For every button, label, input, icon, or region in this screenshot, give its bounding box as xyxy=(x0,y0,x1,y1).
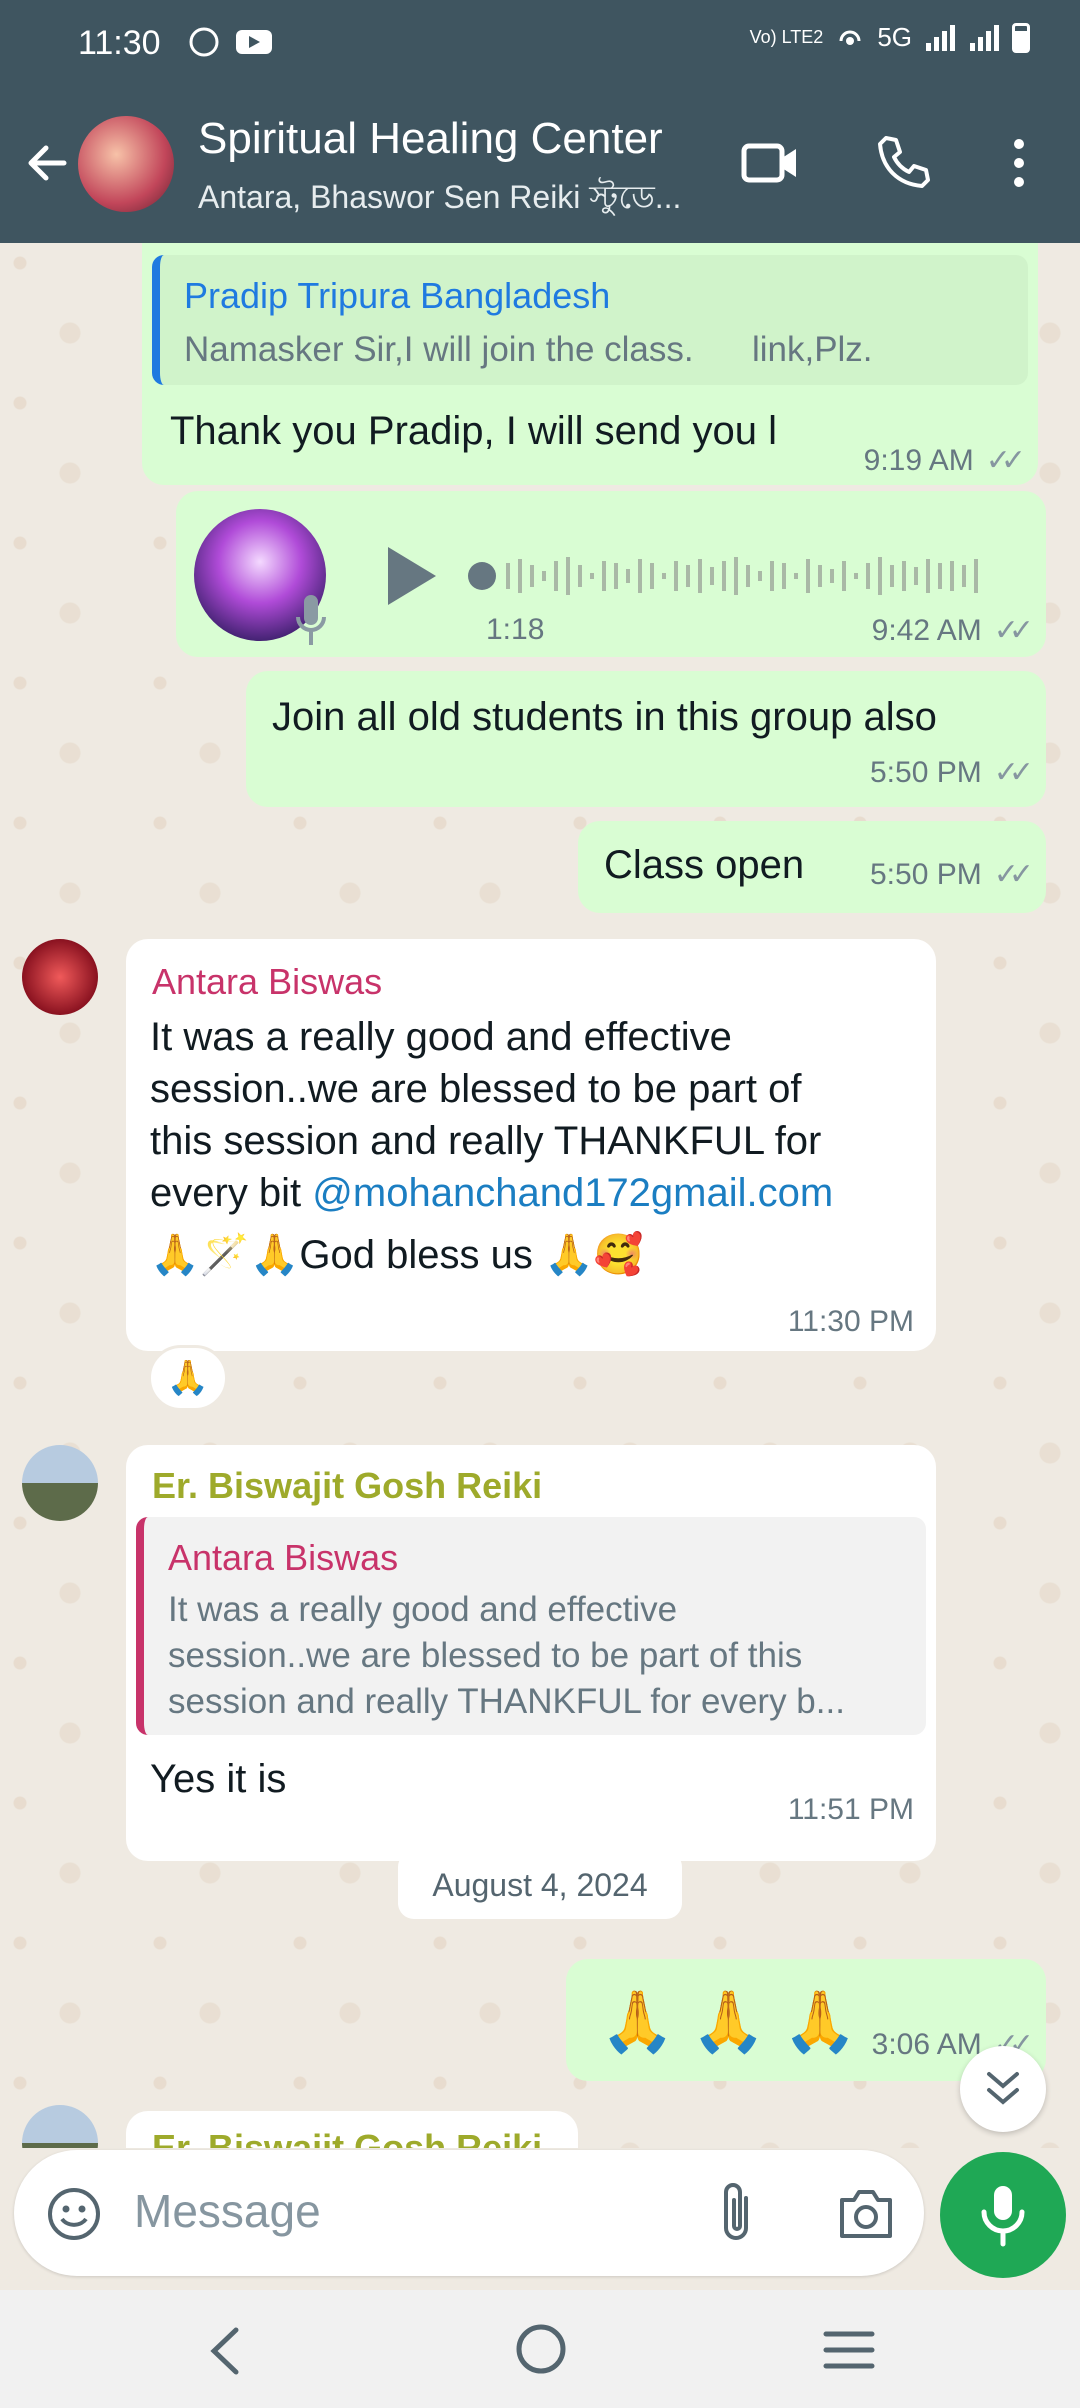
sender-avatar[interactable] xyxy=(22,939,98,1015)
message-bubble-outgoing[interactable]: Pradip Tripura Bangladesh Namasker Sir,I… xyxy=(142,243,1038,485)
signal-icon xyxy=(926,24,955,51)
sender-name[interactable]: Er. Biswajit Gosh Reiki xyxy=(152,1465,542,1507)
message-text: Yes it is xyxy=(150,1757,287,1801)
read-ticks-icon: ✓✓ xyxy=(993,756,1034,789)
message-bubble-outgoing[interactable]: Join all old students in this group also… xyxy=(246,671,1046,807)
quoted-message[interactable]: Pradip Tripura Bangladesh Namasker Sir,I… xyxy=(152,255,1028,385)
message-time: 3:06 AM xyxy=(871,2028,982,2061)
nav-home-icon[interactable] xyxy=(514,2322,568,2376)
back-arrow-icon[interactable] xyxy=(20,136,74,190)
message-input[interactable]: Message xyxy=(134,2184,321,2238)
sender-name[interactable]: Er. Biswajit Gosh Reiki xyxy=(152,2127,542,2148)
message-text-line: session..we are blessed to be part of xyxy=(150,1067,802,1111)
mention-link[interactable]: @mohanchand172gmail.com xyxy=(312,1171,833,1215)
message-meta: 9:42 AM ✓✓ xyxy=(871,613,1034,648)
camera-icon[interactable] xyxy=(836,2184,896,2242)
read-ticks-icon: ✓✓ xyxy=(993,858,1034,891)
hotspot-icon xyxy=(839,30,861,45)
message-text-fragment: every bit xyxy=(150,1171,313,1215)
waveform[interactable] xyxy=(466,551,1006,601)
message-time: 5:50 PM xyxy=(869,858,982,891)
status-bar: 11:30 Vo) LTE2 5G xyxy=(0,0,1080,88)
whatsapp-youtube-icon xyxy=(189,27,272,57)
quoted-sender: Pradip Tripura Bangladesh xyxy=(184,275,611,316)
signal-icon-2 xyxy=(970,24,999,51)
date-divider: August 4, 2024 xyxy=(398,1851,682,1919)
sender-avatar[interactable] xyxy=(22,1445,98,1521)
more-options-icon[interactable] xyxy=(1004,132,1034,194)
chat-header[interactable]: Spiritual Healing Center Antara, Bhaswor… xyxy=(0,88,1080,243)
message-time: 11:51 PM xyxy=(787,1793,914,1826)
quoted-text: Namasker Sir,I will join the class. link… xyxy=(184,330,873,369)
network-type: 5G xyxy=(877,22,912,52)
quoted-sender: Antara Biswas xyxy=(168,1537,399,1578)
status-time: 11:30 xyxy=(78,24,161,62)
message-bubble-incoming[interactable]: Er. Biswajit Gosh Reiki xyxy=(126,2111,578,2148)
play-icon[interactable] xyxy=(380,543,440,609)
sender-name[interactable]: Antara Biswas xyxy=(152,961,382,1003)
message-text: Join all old students in this group also xyxy=(272,695,937,739)
chat-area[interactable]: Pradip Tripura Bangladesh Namasker Sir,I… xyxy=(0,243,1080,2148)
message-meta: 5:50 PM ✓✓ xyxy=(869,857,1034,892)
nav-recents-icon[interactable] xyxy=(822,2328,876,2372)
system-indicators: Vo) LTE2 5G xyxy=(750,22,1030,53)
message-bubble-incoming[interactable]: Er. Biswajit Gosh Reiki Antara Biswas It… xyxy=(126,1445,936,1861)
voice-record-button[interactable] xyxy=(940,2152,1066,2278)
battery-icon xyxy=(1012,22,1030,53)
voice-duration: 1:18 xyxy=(486,613,545,646)
reaction-badge[interactable]: 🙏 xyxy=(148,1345,228,1411)
quoted-text-line: It was a really good and effective xyxy=(168,1590,678,1629)
message-text-line: this session and really THANKFUL for xyxy=(150,1119,822,1163)
message-bubble-incoming[interactable]: Antara Biswas It was a really good and e… xyxy=(126,939,936,1351)
group-avatar[interactable] xyxy=(78,116,174,212)
message-time: 9:42 AM xyxy=(871,614,982,647)
video-call-icon[interactable] xyxy=(740,132,802,194)
message-meta: 9:19 AM ✓✓ xyxy=(863,443,1026,478)
message-text-line: every bit @mohanchand172gmail.com xyxy=(150,1167,833,1219)
nav-back-icon[interactable] xyxy=(206,2326,246,2376)
message-input-bar[interactable]: Message xyxy=(14,2150,924,2276)
message-bubble-outgoing[interactable]: Class open 5:50 PM ✓✓ xyxy=(578,821,1046,913)
message-time: 5:50 PM xyxy=(869,756,982,789)
voice-call-icon[interactable] xyxy=(872,132,934,194)
emoji-line: 🙏🪄🙏God bless us 🙏🥰 xyxy=(150,1233,644,1277)
sender-avatar[interactable] xyxy=(22,2105,98,2148)
message-text: 🙏 🙏 🙏 xyxy=(600,1988,858,2055)
system-nav-bar xyxy=(0,2290,1080,2408)
message-text-line: It was a really good and effective xyxy=(150,1015,732,1059)
message-time: 11:30 PM xyxy=(787,1305,914,1338)
quoted-text-line: session..we are blessed to be part of th… xyxy=(168,1636,803,1675)
read-ticks-icon: ✓✓ xyxy=(985,444,1026,477)
microphone-icon xyxy=(296,595,326,645)
read-ticks-icon: ✓✓ xyxy=(993,614,1034,647)
message-meta: 5:50 PM ✓✓ xyxy=(869,755,1034,790)
scroll-to-bottom-button[interactable] xyxy=(960,2046,1046,2132)
quoted-message[interactable]: Antara Biswas It was a really good and e… xyxy=(136,1517,926,1735)
group-members[interactable]: Antara, Bhaswor Sen Reiki স্টুডে... xyxy=(198,172,698,226)
microphone-icon xyxy=(981,2186,1025,2247)
double-chevron-down-icon xyxy=(987,2072,1019,2105)
attach-icon[interactable] xyxy=(714,2178,762,2248)
volte-label: Vo) LTE2 xyxy=(749,27,824,47)
message-time: 9:19 AM xyxy=(863,444,974,477)
voice-message-bubble[interactable]: 1:18 9:42 AM ✓✓ xyxy=(176,491,1046,657)
notification-icons xyxy=(188,24,284,68)
group-title[interactable]: Spiritual Healing Center xyxy=(198,114,663,164)
emoji-icon[interactable] xyxy=(44,2184,104,2244)
message-text: Class open xyxy=(604,843,805,887)
quoted-text-line: session and really THANKFUL for every b.… xyxy=(168,1682,845,1721)
message-text: Thank you Pradip, I will send you l xyxy=(170,409,777,453)
